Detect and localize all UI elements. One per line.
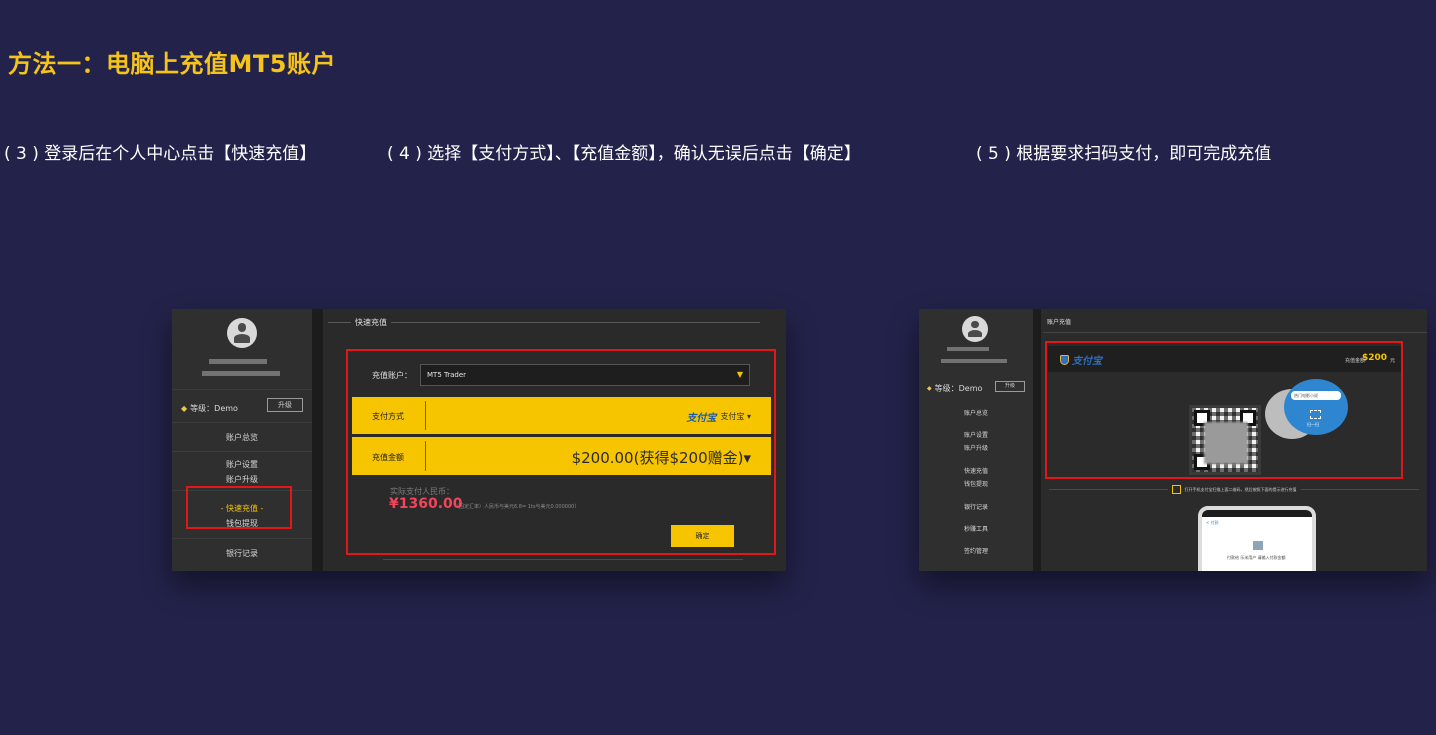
panel-divider xyxy=(312,309,323,571)
sidebar-item-withdraw[interactable]: 钱包提现 xyxy=(919,479,1033,488)
sidebar-item-quick-recharge[interactable]: 快速充值 xyxy=(919,466,1033,475)
sidebar-item-bank-records[interactable]: 银行记录 xyxy=(172,548,312,559)
upgrade-button[interactable]: 升级 xyxy=(995,381,1025,392)
pay-method-value: 支付宝 ▾ xyxy=(720,412,751,421)
panel-divider xyxy=(1033,309,1041,571)
blurred-account-id xyxy=(202,371,280,376)
account-label: 充值账户： xyxy=(372,371,412,380)
phone-pay-text: 付款给 乐米用户 请输入付款金额 xyxy=(1227,555,1286,560)
diamond-icon: ◆ xyxy=(927,385,932,392)
phone-status-bar xyxy=(1202,510,1312,517)
blurred-username xyxy=(947,347,989,351)
quick-recharge-highlight xyxy=(186,486,292,529)
pay-method-select[interactable]: 支付方式 支付宝 支付宝 ▾ xyxy=(352,397,771,434)
user-avatar-icon xyxy=(962,316,988,342)
upgrade-button[interactable]: 升级 xyxy=(267,398,303,412)
sidebar-item-upgrade[interactable]: 账户升级 xyxy=(919,443,1033,452)
step-5-text: ( 5 ) 根据要求扫码支付，即可完成充值 xyxy=(976,144,1272,164)
exchange-rate-note: （固定汇率）人民币与美元6.8= 1ts与美元0.000000） xyxy=(454,504,580,510)
blurred-username xyxy=(209,359,267,364)
rmb-value: ¥1360.00 xyxy=(389,496,463,512)
account-select[interactable]: MT5 Trader ▼ xyxy=(420,364,750,386)
pay-method-label: 支付方式 xyxy=(372,412,404,421)
blurred-account-id xyxy=(941,359,1007,363)
qr-area-highlight xyxy=(1045,341,1403,479)
section-title: 账户充值 xyxy=(1047,319,1072,326)
page-title: 方法一：电脑上充值MT5账户 xyxy=(8,50,336,78)
left-sidebar: ◆ 等级：Demo 升级 账户总览 账户设置 账户升级 - 快速充值 - 钱包提… xyxy=(172,309,312,571)
field-separator xyxy=(425,401,426,430)
field-separator xyxy=(425,441,426,471)
sidebar-item-settings[interactable]: 账户设置 xyxy=(919,430,1033,439)
level-row: ◆ 等级：Demo xyxy=(927,383,982,394)
scan-frame-icon xyxy=(1171,485,1181,494)
recharge-panel: 快速充值 充值账户： MT5 Trader ▼ 支付方式 支付宝 支付宝 ▾ 充… xyxy=(323,309,786,571)
user-avatar-icon xyxy=(227,318,257,348)
sidebar-divider xyxy=(172,422,312,423)
merchant-image-icon xyxy=(1253,541,1263,550)
diamond-icon: ◆ xyxy=(181,404,188,413)
sidebar-item-overview[interactable]: 账户总览 xyxy=(172,432,312,443)
section-title: 快速充值 xyxy=(351,317,391,328)
sidebar-item-tools[interactable]: 秒赚工具 xyxy=(919,524,1033,533)
phone-back-link: < 付款 xyxy=(1206,520,1219,525)
payment-panel: 账户充值 支付宝 充值金额 $200 元 热门电影小说 扫一扫 打开手机支付宝扫… xyxy=(1041,309,1427,571)
pay-method-choice: 支付宝 支付宝 ▾ xyxy=(686,409,751,424)
quick-recharge-screenshot: ◆ 等级：Demo 升级 账户总览 账户设置 账户升级 - 快速充值 - 钱包提… xyxy=(172,309,786,571)
level-label: 等级：Demo xyxy=(934,384,983,393)
step-4-text: ( 4 ) 选择【支付方式】、【充值金额】，确认无误后点击【确定】 xyxy=(387,144,861,164)
level-label: 等级：Demo xyxy=(190,404,238,413)
sidebar-divider xyxy=(172,538,312,539)
level-row: ◆ 等级：Demo xyxy=(181,403,238,414)
amount-select[interactable]: 充值金额 $200.00(获得$200赠金)▾ xyxy=(352,437,771,475)
sidebar-item-settings[interactable]: 账户设置 xyxy=(172,459,312,470)
scan-to-pay-screenshot: ◆ 等级：Demo 升级 账户总览 账户设置 账户升级 快速充值 钱包提现 银行… xyxy=(919,309,1427,571)
alipay-logo: 支付宝 xyxy=(686,413,717,424)
scan-hint-text: 打开手机支付宝扫描上面二维码，然后按照下面的提示进行充值 xyxy=(1184,486,1297,492)
section-rule xyxy=(1043,332,1427,333)
sidebar-divider xyxy=(172,389,312,390)
sidebar-item-contracts[interactable]: 签约管理 xyxy=(919,546,1033,555)
sidebar-item-bank-records[interactable]: 银行记录 xyxy=(919,502,1033,511)
sidebar-item-upgrade[interactable]: 账户升级 xyxy=(172,474,312,485)
section-rule xyxy=(328,322,760,323)
scan-instruction: 打开手机支付宝扫描上面二维码，然后按照下面的提示进行充值 xyxy=(1049,485,1419,494)
right-sidebar: ◆ 等级：Demo 升级 账户总览 账户设置 账户升级 快速充值 钱包提现 银行… xyxy=(919,309,1033,571)
sidebar-item-overview[interactable]: 账户总览 xyxy=(919,408,1033,417)
caret-down-icon: ▼ xyxy=(736,370,743,379)
phone-illustration: < 付款 付款给 乐米用户 请输入付款金额 xyxy=(1198,506,1316,571)
confirm-button[interactable]: 确定 xyxy=(671,525,734,547)
amount-value: $200.00(获得$200赠金)▾ xyxy=(571,449,751,467)
step-3-text: ( 3 ) 登录后在个人中心点击【快速充值】 xyxy=(4,144,317,164)
account-value: MT5 Trader xyxy=(427,371,467,379)
sidebar-divider xyxy=(172,451,312,452)
amount-label: 充值金额 xyxy=(372,453,404,462)
bottom-rule xyxy=(383,559,743,560)
